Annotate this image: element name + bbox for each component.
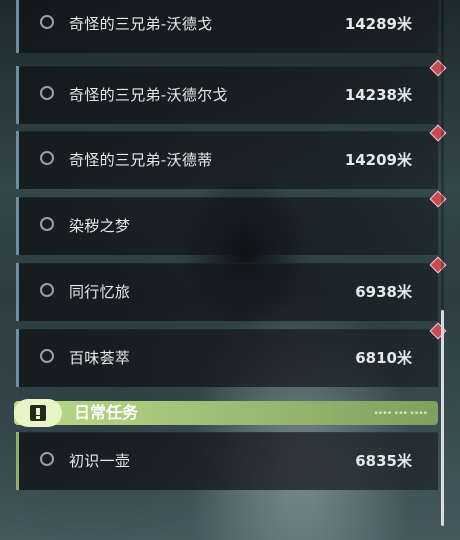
daily-quests-header[interactable]: 日常任务 ▪▪▪▪ ▪▪▪ ▪▪▪▪ xyxy=(14,399,438,427)
row-accent-bar xyxy=(16,197,19,255)
row-accent-bar xyxy=(16,263,19,321)
row-accent-bar xyxy=(16,0,19,53)
quest-name: 奇怪的三兄弟-沃德蒂 xyxy=(69,151,213,169)
quest-distance: 14289米 xyxy=(344,15,412,33)
quest-name: 奇怪的三兄弟-沃德戈 xyxy=(69,15,213,33)
quest-distance: 6810米 xyxy=(355,349,412,367)
exclamation-icon xyxy=(30,405,46,421)
daily-header-title: 日常任务 xyxy=(74,403,139,422)
quest-name: 奇怪的三兄弟-沃德尔戈 xyxy=(69,86,228,104)
quest-row[interactable]: 奇怪的三兄弟-沃德戈 14289米 xyxy=(16,0,438,53)
quest-distance: 14209米 xyxy=(344,151,412,169)
quest-name: 染秽之梦 xyxy=(69,217,131,235)
circle-icon[interactable] xyxy=(40,349,54,363)
quest-row[interactable]: 奇怪的三兄弟-沃德尔戈 14238米 xyxy=(16,59,447,124)
scrollbar-thumb[interactable] xyxy=(441,310,444,526)
quest-row[interactable]: 奇怪的三兄弟-沃德蒂 14209米 xyxy=(16,124,447,189)
quest-distance: 14238米 xyxy=(344,86,412,104)
quest-name: 初识一壶 xyxy=(69,452,131,470)
row-accent-bar xyxy=(16,66,19,124)
circle-icon[interactable] xyxy=(40,283,54,297)
quest-row[interactable]: 染秽之梦 xyxy=(16,190,447,255)
circle-icon[interactable] xyxy=(40,86,54,100)
decorative-pattern: ▪▪▪▪ ▪▪▪ ▪▪▪▪ xyxy=(374,410,428,416)
quest-row[interactable]: 初识一壶 6835米 xyxy=(16,432,438,490)
row-accent-bar xyxy=(16,329,19,387)
row-accent-bar xyxy=(16,131,19,189)
quest-row[interactable]: 同行忆旅 6938米 xyxy=(16,256,447,321)
quest-row[interactable]: 百味荟萃 6810米 xyxy=(16,322,447,387)
quest-distance: 6938米 xyxy=(355,283,412,301)
circle-icon[interactable] xyxy=(40,217,54,231)
quest-distance: 6835米 xyxy=(355,452,412,470)
quest-name: 百味荟萃 xyxy=(69,349,131,367)
daily-badge xyxy=(14,399,62,427)
quest-name: 同行忆旅 xyxy=(69,283,131,301)
circle-icon[interactable] xyxy=(40,151,54,165)
row-accent-bar xyxy=(16,432,19,490)
circle-icon[interactable] xyxy=(40,15,54,29)
quest-list-panel: 奇怪的三兄弟-沃德戈 14289米 奇怪的三兄弟-沃德尔戈 14238米 奇怪的… xyxy=(0,0,460,540)
circle-icon[interactable] xyxy=(40,452,54,466)
